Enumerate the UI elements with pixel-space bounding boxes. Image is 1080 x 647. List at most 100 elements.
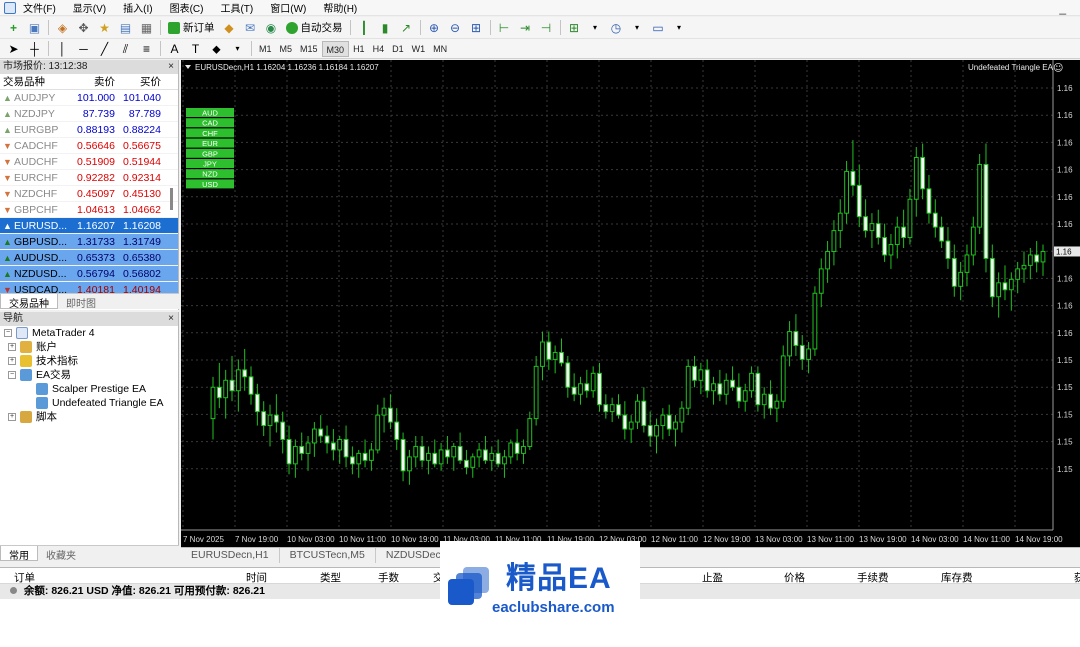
autoscroll-icon[interactable]: ⇥ [517,19,534,36]
new-order-button[interactable]: 新订单 [164,19,219,37]
timeframe-m5[interactable]: M5 [276,41,297,57]
expand-icon[interactable]: + [8,413,16,421]
chart-tab-btcust[interactable]: BTCUSTecn,M5 [280,548,376,563]
market-watch-row[interactable]: ▲ NZDUSD... 0.56794 0.56802 [0,266,178,282]
menu-window[interactable]: 窗口(W) [270,0,306,15]
zoom-out-icon[interactable]: ⊖ [447,19,464,36]
timeframe-m15[interactable]: M15 [296,41,322,57]
grid-icon[interactable]: ⊣ [538,19,555,36]
market-watch-row[interactable]: ▲ EURGBP 0.88193 0.88224 [0,122,178,138]
line-chart-icon[interactable]: ↗ [398,19,415,36]
col-time[interactable]: 时间 [246,570,267,585]
timeframe-mn[interactable]: MN [429,41,451,57]
price-chart[interactable]: 1.16 1.16 1.16 1.16 1.16 1.16 1.16 1.16 1.16 1.16… [181,60,1080,547]
col-swap[interactable]: 库存费 [941,570,973,585]
nav-item[interactable]: + 脚本 [0,410,178,424]
tab-tick-chart[interactable]: 即时图 [58,294,104,310]
nav-root[interactable]: − MetaTrader 4 [0,326,178,340]
col-lots[interactable]: 手数 [378,570,399,585]
market-watch-row[interactable]: ▲ AUDJPY 101.000 101.040 [0,90,178,106]
data-window-icon[interactable]: ✥ [75,19,92,36]
col-ask[interactable]: 买价 [118,74,164,89]
terminal-icon[interactable]: ▤ [117,19,134,36]
nav-item[interactable]: Undefeated Triangle EA [0,396,178,410]
timeframe-h4[interactable]: H4 [369,41,389,57]
periods-clock-icon[interactable]: ◷ [608,19,625,36]
bar-chart-icon[interactable]: ┃ [356,19,373,36]
market-watch-icon[interactable]: ◈ [54,19,71,36]
nav-item[interactable]: Scalper Prestige EA [0,382,178,396]
crosshair-icon[interactable]: ┼ [26,40,43,57]
expand-icon[interactable]: + [8,357,16,365]
menu-tools[interactable]: 工具(T) [220,0,253,15]
new-chart-icon[interactable]: + [5,19,22,36]
text-label-icon[interactable]: T [187,40,204,57]
col-symbol[interactable]: 交易品种 [0,74,72,89]
market-watch-scrollbar[interactable] [170,188,173,210]
expand-icon[interactable]: + [8,343,16,351]
zoom-in-icon[interactable]: ⊕ [426,19,443,36]
text-icon[interactable]: A [166,40,183,57]
globe-icon[interactable]: ◉ [263,19,280,36]
menu-insert[interactable]: 插入(I) [123,0,152,15]
market-watch-row[interactable]: ▼ EURCHF 0.92282 0.92314 [0,170,178,186]
menu-view[interactable]: 显示(V) [73,0,106,15]
col-commission[interactable]: 手续费 [857,570,889,585]
col-order[interactable]: 订单 [14,570,35,585]
auto-trading-button[interactable]: 自动交易 [282,19,347,37]
col-type[interactable]: 类型 [320,570,341,585]
chevron-down-icon[interactable]: ▾ [587,19,604,36]
collapse-icon[interactable]: − [4,329,12,337]
tile-windows-icon[interactable]: ⊞ [468,19,485,36]
chart-window[interactable]: 1.16 1.16 1.16 1.16 1.16 1.16 1.16 1.16 1.16 1.16… [181,60,1080,547]
vertical-line-icon[interactable]: │ [54,40,71,57]
minimize-button[interactable]: _ [1059,1,1066,15]
market-watch-row[interactable]: ▲ GBPUSD... 1.31733 1.31749 [0,234,178,250]
menu-file[interactable]: 文件(F) [23,0,56,15]
strategy-tester-icon[interactable]: ▦ [138,19,155,36]
chart-shift-icon[interactable]: ⊢ [496,19,513,36]
candlestick-icon[interactable]: ▮ [377,19,394,36]
chart-tab-eurusd[interactable]: EURUSDecn,H1 [181,548,280,563]
trendline-icon[interactable]: ╱ [96,40,113,57]
navigator-icon[interactable]: ★ [96,19,113,36]
profiles-icon[interactable]: ▣ [26,19,43,36]
market-watch-row[interactable]: ▼ GBPCHF 1.04613 1.04662 [0,202,178,218]
close-icon[interactable]: × [168,60,174,74]
fibonacci-icon[interactable]: ≡ [138,40,155,57]
arrows-icon[interactable]: ⬥ [208,40,225,57]
market-watch-row[interactable]: ▼ NZDCHF 0.45097 0.45130 [0,186,178,202]
nav-item[interactable]: − EA交易 [0,368,178,382]
channel-icon[interactable]: ⫽ [117,40,134,57]
timeframe-h1[interactable]: H1 [349,41,369,57]
email-icon[interactable]: ✉ [242,19,259,36]
col-bid[interactable]: 卖价 [72,74,118,89]
metaeditor-icon[interactable]: ◆ [221,19,238,36]
nav-item[interactable]: + 账户 [0,340,178,354]
close-icon[interactable]: × [168,312,174,326]
market-watch-row[interactable]: ▲ EURUSD... 1.16207 1.16208 [0,218,178,234]
menu-help[interactable]: 帮助(H) [323,0,357,15]
market-watch-row[interactable]: ▲ AUDUSD... 0.65373 0.65380 [0,250,178,266]
market-watch-row[interactable]: ▲ NZDJPY 87.739 87.789 [0,106,178,122]
menu-charts[interactable]: 图表(C) [170,0,204,15]
chevron-down-icon[interactable]: ▾ [671,19,688,36]
chart-dropdown-icon[interactable] [185,65,191,69]
tab-symbols[interactable]: 交易品种 [0,294,58,310]
cursor-icon[interactable]: ➤ [5,40,22,57]
tab-favorites[interactable]: 收藏夹 [38,546,84,562]
nav-item[interactable]: + 技术指标 [0,354,178,368]
timeframe-m30[interactable]: M30 [321,40,350,57]
timeframe-w1[interactable]: W1 [408,41,430,57]
collapse-icon[interactable]: − [8,371,16,379]
chevron-down-icon[interactable]: ▾ [629,19,646,36]
chevron-down-icon[interactable]: ▾ [229,40,246,57]
market-watch-row[interactable]: ▼ CADCHF 0.56646 0.56675 [0,138,178,154]
timeframe-d1[interactable]: D1 [388,41,408,57]
indicators-icon[interactable]: ⊞ [566,19,583,36]
col-profit[interactable]: 获 [1074,570,1080,585]
tab-common[interactable]: 常用 [0,546,38,562]
timeframe-m1[interactable]: M1 [255,41,276,57]
templates-icon[interactable]: ▭ [650,19,667,36]
col-price[interactable]: 价格 [784,570,805,585]
